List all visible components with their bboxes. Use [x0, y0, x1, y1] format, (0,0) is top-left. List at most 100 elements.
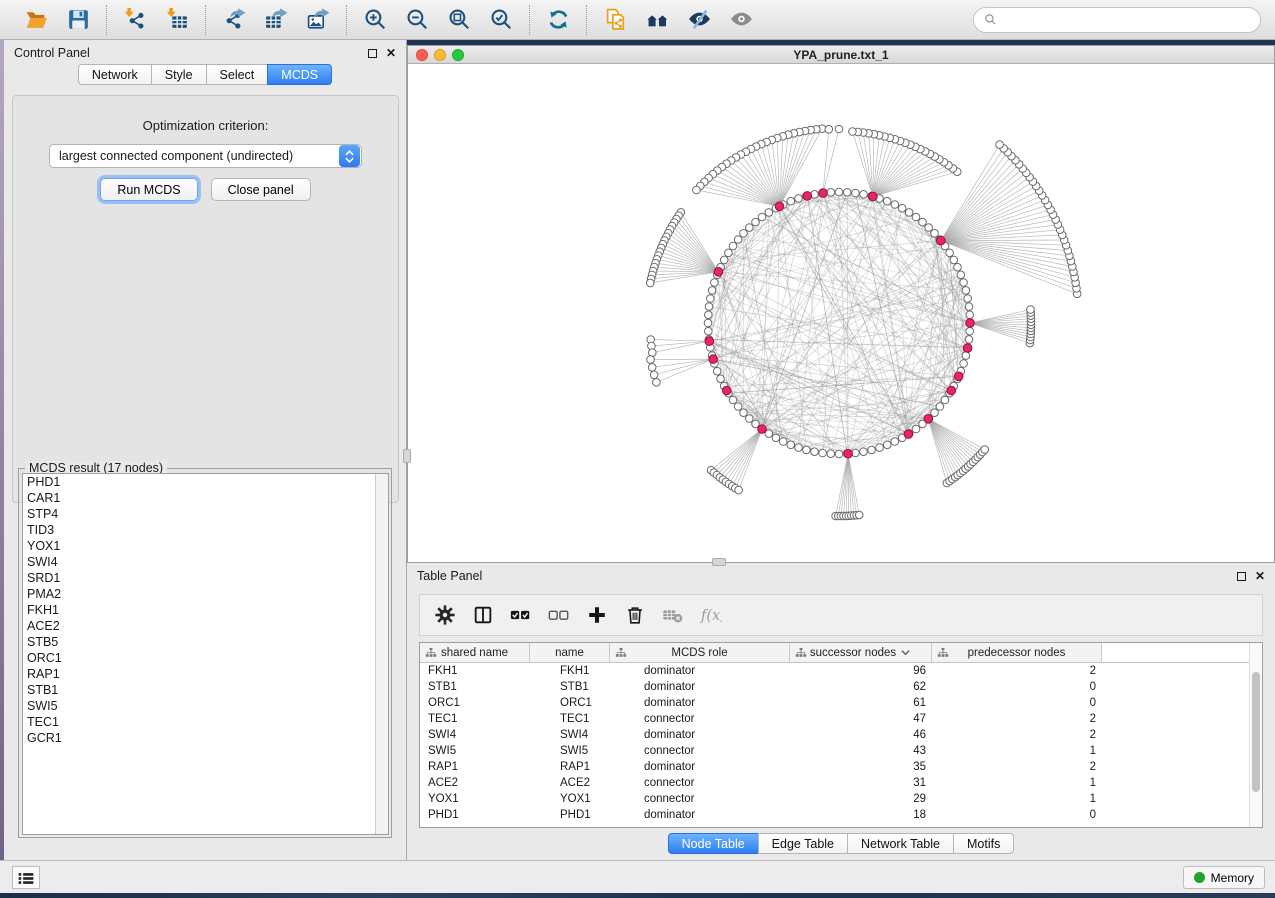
- network-node[interactable]: [740, 230, 748, 238]
- edge[interactable]: [941, 182, 1033, 241]
- cell-predecessor-nodes[interactable]: 2: [932, 759, 1102, 775]
- network-node[interactable]: [746, 224, 754, 232]
- edge[interactable]: [651, 359, 714, 360]
- edge[interactable]: [970, 323, 1030, 343]
- column-header-MCDS-role[interactable]: MCDS role: [610, 643, 790, 662]
- cell-MCDS-role[interactable]: connector: [610, 791, 790, 807]
- network-node[interactable]: [960, 360, 968, 368]
- add-column-button[interactable]: [580, 599, 614, 631]
- cell-name[interactable]: ORC1: [530, 695, 610, 711]
- edge[interactable]: [651, 340, 710, 342]
- network-node[interactable]: [957, 271, 965, 279]
- cell-predecessor-nodes[interactable]: 1: [932, 743, 1102, 759]
- cell-successor-nodes[interactable]: 29: [790, 791, 932, 807]
- network-node[interactable]: [795, 195, 803, 203]
- cell-MCDS-role[interactable]: connector: [610, 743, 790, 759]
- network-node[interactable]: [708, 287, 716, 295]
- network-node[interactable]: [787, 441, 795, 449]
- network-node[interactable]: [646, 279, 654, 287]
- network-node[interactable]: [650, 371, 658, 379]
- float-panel-icon[interactable]: [368, 49, 377, 58]
- network-node[interactable]: [827, 450, 835, 458]
- memory-button[interactable]: Memory: [1183, 866, 1265, 889]
- network-node[interactable]: [981, 446, 989, 454]
- close-panel-icon[interactable]: ✕: [1255, 571, 1265, 581]
- cell-MCDS-role[interactable]: connector: [610, 711, 790, 727]
- save-session-button[interactable]: [60, 4, 96, 36]
- cell-name[interactable]: STB1: [530, 679, 610, 695]
- network-node[interactable]: [966, 327, 974, 335]
- network-node[interactable]: [746, 415, 754, 423]
- cell-successor-nodes[interactable]: 96: [790, 663, 932, 679]
- cell-MCDS-role[interactable]: dominator: [610, 759, 790, 775]
- cell-shared-name[interactable]: SWI5: [420, 743, 530, 759]
- edge[interactable]: [700, 186, 779, 206]
- network-node[interactable]: [734, 403, 742, 411]
- cell-MCDS-role[interactable]: connector: [610, 775, 790, 791]
- network-node[interactable]: [883, 441, 891, 449]
- network-node[interactable]: [693, 186, 701, 194]
- network-node[interactable]: [931, 409, 939, 417]
- network-node[interactable]: [860, 448, 868, 456]
- network-node[interactable]: [711, 279, 719, 287]
- tab-network-table[interactable]: Network Table: [847, 833, 954, 854]
- show-all-columns-button[interactable]: [504, 599, 538, 631]
- import-network-button[interactable]: [117, 4, 153, 36]
- edge[interactable]: [928, 419, 968, 467]
- show-all-button[interactable]: [723, 4, 759, 36]
- network-node[interactable]: [772, 434, 780, 442]
- mcds-node[interactable]: [904, 430, 913, 439]
- cell-MCDS-role[interactable]: dominator: [610, 727, 790, 743]
- edge[interactable]: [676, 219, 718, 272]
- edge[interactable]: [873, 151, 925, 196]
- cell-name[interactable]: PHD1: [530, 807, 610, 823]
- edge[interactable]: [717, 171, 779, 207]
- cell-successor-nodes[interactable]: 62: [790, 679, 932, 695]
- network-node[interactable]: [705, 311, 713, 319]
- table-row[interactable]: SWI4SWI4dominator462: [420, 727, 1262, 743]
- cell-successor-nodes[interactable]: 18: [790, 807, 932, 823]
- network-node[interactable]: [962, 287, 970, 295]
- cell-predecessor-nodes[interactable]: 0: [932, 807, 1102, 823]
- zoom-fit-button[interactable]: [441, 4, 477, 36]
- network-node[interactable]: [965, 336, 973, 344]
- network-node[interactable]: [758, 213, 766, 221]
- edge[interactable]: [823, 129, 829, 193]
- mcds-node[interactable]: [819, 189, 828, 198]
- network-node[interactable]: [835, 125, 843, 133]
- mcds-node[interactable]: [963, 344, 972, 353]
- tab-select[interactable]: Select: [206, 64, 269, 85]
- table-row[interactable]: YOX1YOX1connector291: [420, 791, 1262, 807]
- column-header-successor-nodes[interactable]: successor nodes: [790, 643, 932, 662]
- cell-name[interactable]: TEC1: [530, 711, 610, 727]
- float-panel-icon[interactable]: [1237, 572, 1246, 581]
- mcds-node[interactable]: [869, 192, 878, 201]
- mcds-node[interactable]: [705, 337, 714, 346]
- network-node[interactable]: [729, 396, 737, 404]
- tab-mcds[interactable]: MCDS: [267, 64, 332, 85]
- network-node[interactable]: [649, 349, 657, 357]
- mcds-result-item[interactable]: TID3: [23, 522, 388, 538]
- hide-all-columns-button[interactable]: [542, 599, 576, 631]
- network-node[interactable]: [962, 352, 970, 360]
- cell-name[interactable]: SWI5: [530, 743, 610, 759]
- edge[interactable]: [970, 313, 1031, 323]
- edge[interactable]: [928, 419, 955, 477]
- hide-selected-button[interactable]: [681, 4, 717, 36]
- run-mcds-button[interactable]: Run MCDS: [100, 178, 197, 201]
- network-node[interactable]: [905, 209, 913, 217]
- mcds-list-scrollbar[interactable]: [375, 474, 388, 834]
- show-panel-list-button[interactable]: [12, 866, 40, 889]
- cell-successor-nodes[interactable]: 46: [790, 727, 932, 743]
- mcds-result-item[interactable]: FKH1: [23, 602, 388, 618]
- network-node[interactable]: [827, 189, 835, 197]
- window-minimize-icon[interactable]: [434, 49, 446, 61]
- table-scrollbar-thumb[interactable]: [1252, 672, 1260, 792]
- network-node[interactable]: [704, 319, 712, 327]
- network-node[interactable]: [931, 230, 939, 238]
- cell-successor-nodes[interactable]: 31: [790, 775, 932, 791]
- network-window-titlebar[interactable]: YPA_prune.txt_1: [408, 46, 1274, 64]
- cell-shared-name[interactable]: ORC1: [420, 695, 530, 711]
- mcds-node[interactable]: [924, 415, 933, 424]
- mcds-result-item[interactable]: SRD1: [23, 570, 388, 586]
